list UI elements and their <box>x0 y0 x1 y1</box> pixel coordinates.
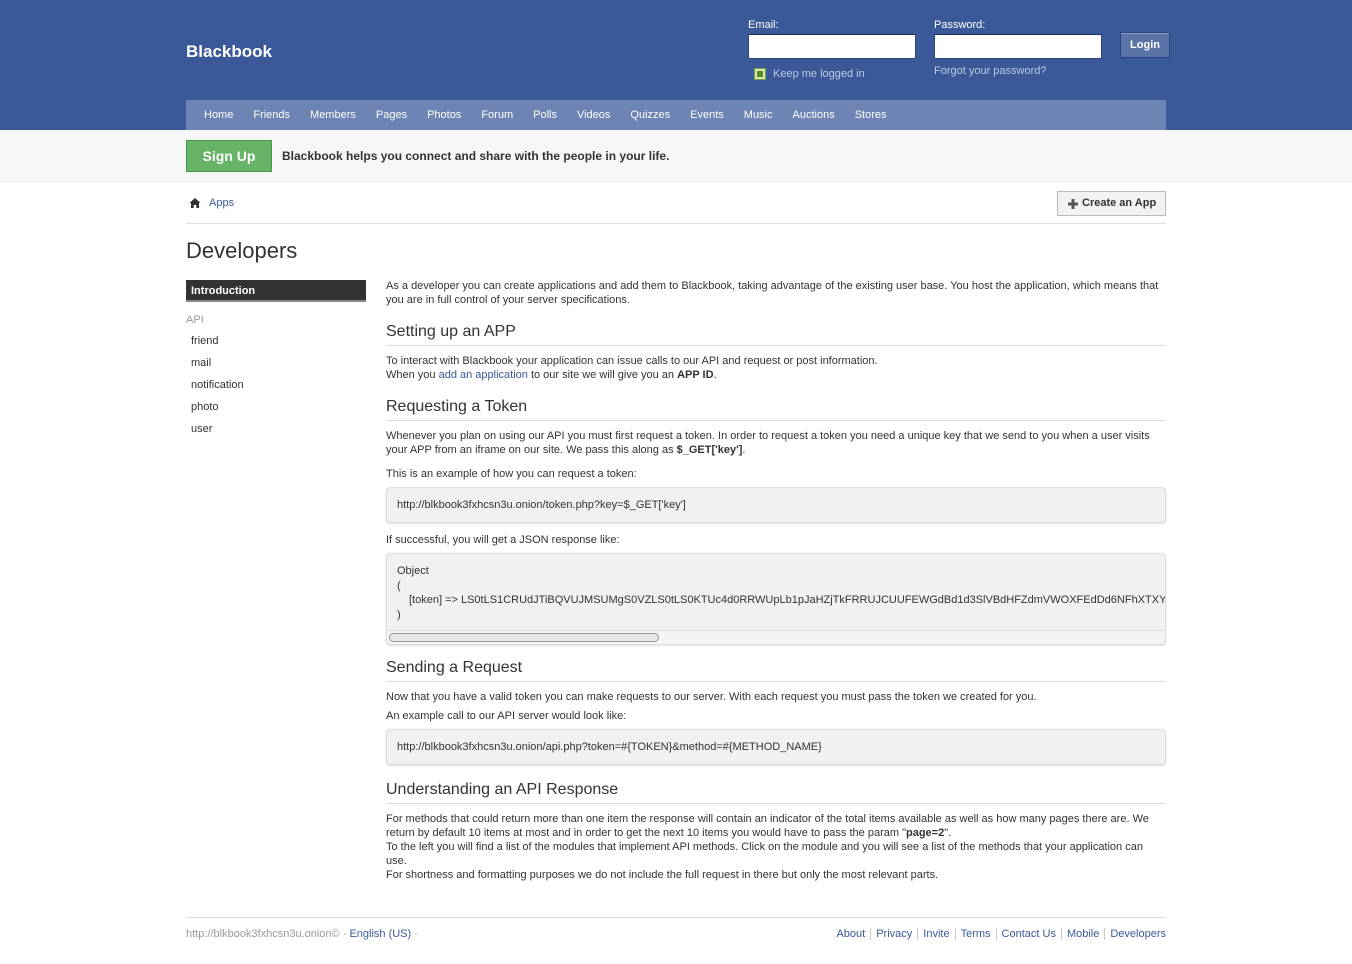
page-param-text: page=2 <box>905 827 945 839</box>
setup-text-2c: . <box>713 369 717 381</box>
request-text-2: An example call to our API server would … <box>386 710 627 722</box>
token-text-1: Whenever you plan on using our API you m… <box>386 429 1166 457</box>
json-line-2: ( <box>397 579 401 592</box>
language-link[interactable]: English (US) <box>349 928 411 940</box>
footer-link-terms[interactable]: Terms <box>954 928 996 940</box>
nav-item-videos[interactable]: Videos <box>567 100 620 130</box>
breadcrumb-apps-link[interactable]: Apps <box>209 197 234 209</box>
request-heading: Sending a Request <box>386 660 1166 682</box>
footer-left: http://blkbook3fxhcsn3u.onion© · English… <box>186 928 418 940</box>
nav-item-photos[interactable]: Photos <box>417 100 471 130</box>
breadcrumb: Apps Create an App <box>186 182 1166 224</box>
nav-item-quizzes[interactable]: Quizzes <box>620 100 680 130</box>
login-button[interactable]: Login <box>1120 32 1170 58</box>
sidebar-item-friend[interactable]: friend <box>186 334 366 356</box>
footer-sep: · <box>411 928 418 940</box>
main-nav: Home Friends Members Pages Photos Forum … <box>186 100 1166 130</box>
token-code-block: http://blkbook3fxhcsn3u.onion/token.php?… <box>386 487 1166 523</box>
main-content: As a developer you can create applicatio… <box>386 280 1166 888</box>
site-logo[interactable]: Blackbook <box>186 42 272 62</box>
sidebar-item-notification[interactable]: notification <box>186 378 366 400</box>
site-header: Blackbook Email: Password: Login Keep me… <box>0 0 1352 130</box>
signup-button[interactable]: Sign Up <box>186 140 272 172</box>
footer-link-privacy[interactable]: Privacy <box>870 928 917 940</box>
sidebar-item-introduction[interactable]: Introduction <box>186 280 366 302</box>
email-label: Email: <box>748 19 779 31</box>
footer-link-developers[interactable]: Developers <box>1104 928 1166 940</box>
setup-text-2b: to our site we will give you an <box>527 369 678 381</box>
sidebar-item-photo[interactable]: photo <box>186 400 366 422</box>
nav-item-home[interactable]: Home <box>194 100 243 130</box>
get-key-text: $_GET['key'] <box>676 444 743 456</box>
create-app-button[interactable]: Create an App <box>1057 191 1166 216</box>
home-icon[interactable] <box>189 197 201 209</box>
footer-link-mobile[interactable]: Mobile <box>1060 928 1104 940</box>
nav-item-events[interactable]: Events <box>680 100 734 130</box>
footer-link-contact-us[interactable]: Contact Us <box>995 928 1061 940</box>
email-field[interactable] <box>748 34 916 59</box>
response-text-2: To the left you will find a list of the … <box>386 841 1143 867</box>
plus-icon <box>1068 199 1078 209</box>
nav-item-members[interactable]: Members <box>300 100 366 130</box>
token-heading: Requesting a Token <box>386 399 1166 421</box>
json-line-3: [token] => LS0tLS1CRUdJTiBQVUJMSUMgS0VZL… <box>409 594 1166 606</box>
api-sidebar: Introduction API friend mail notificatio… <box>186 280 366 888</box>
page-title: Developers <box>186 238 298 263</box>
token-text-1a: Whenever you plan on using our API you m… <box>386 430 1150 456</box>
json-line-4: ) <box>397 608 401 621</box>
request-text-1: Now that you have a valid token you can … <box>386 691 1037 703</box>
nav-item-friends[interactable]: Friends <box>243 100 300 130</box>
password-field[interactable] <box>934 34 1102 59</box>
footer-link-about[interactable]: About <box>831 928 870 940</box>
request-code-block: http://blkbook3fxhcsn3u.onion/api.php?to… <box>386 729 1166 765</box>
footer-site: http://blkbook3fxhcsn3u.onion© · <box>186 928 350 940</box>
signup-tagline: Blackbook helps you connect and share wi… <box>282 149 670 163</box>
intro-text: As a developer you can create applicatio… <box>386 280 1159 306</box>
nav-item-forum[interactable]: Forum <box>471 100 523 130</box>
sidebar-api-heading: API <box>186 314 204 326</box>
response-heading: Understanding an API Response <box>386 782 1166 804</box>
nav-item-stores[interactable]: Stores <box>845 100 897 130</box>
sidebar-item-user[interactable]: user <box>186 422 366 444</box>
json-line-1: Object <box>397 565 429 577</box>
create-app-label: Create an App <box>1082 197 1157 209</box>
scrollbar-thumb[interactable] <box>389 633 659 642</box>
token-text-1b: . <box>742 444 746 456</box>
setup-text-2a: When you <box>386 369 439 381</box>
sidebar-item-mail[interactable]: mail <box>186 356 366 378</box>
site-footer: http://blkbook3fxhcsn3u.onion© · English… <box>186 917 1166 940</box>
add-application-link[interactable]: add an application <box>439 369 528 381</box>
setup-text-1: To interact with Blackbook your applicat… <box>386 355 878 367</box>
footer-link-invite[interactable]: Invite <box>917 928 954 940</box>
nav-item-polls[interactable]: Polls <box>523 100 567 130</box>
response-text-1: For methods that could return more than … <box>386 812 1166 840</box>
token-text-2: This is an example of how you can reques… <box>386 468 637 480</box>
response-text-1b: ". <box>944 827 952 839</box>
json-response-block: Object ( [token] => LS0tLS1CRUdJTiBQVUJM… <box>386 553 1166 645</box>
keep-logged-in-checkbox[interactable] <box>754 68 766 80</box>
footer-links: About Privacy Invite Terms Contact Us Mo… <box>831 928 1166 940</box>
setup-heading: Setting up an APP <box>386 324 1166 346</box>
token-text-3: If successful, you will get a JSON respo… <box>386 534 620 546</box>
forgot-password-link[interactable]: Forgot your password? <box>934 65 1047 77</box>
password-label: Password: <box>934 19 986 31</box>
signup-band: Sign Up Blackbook helps you connect and … <box>0 130 1352 182</box>
response-text-1a: For methods that could return more than … <box>386 813 1149 839</box>
horizontal-scrollbar[interactable] <box>387 630 1165 644</box>
app-id-text: APP ID <box>677 369 714 381</box>
keep-logged-in-label: Keep me logged in <box>773 68 865 80</box>
setup-text-2: When you add an application to our site … <box>386 368 1166 382</box>
nav-item-auctions[interactable]: Auctions <box>783 100 845 130</box>
nav-item-pages[interactable]: Pages <box>366 100 417 130</box>
response-text-3: For shortness and formatting purposes we… <box>386 869 939 881</box>
nav-item-music[interactable]: Music <box>734 100 783 130</box>
